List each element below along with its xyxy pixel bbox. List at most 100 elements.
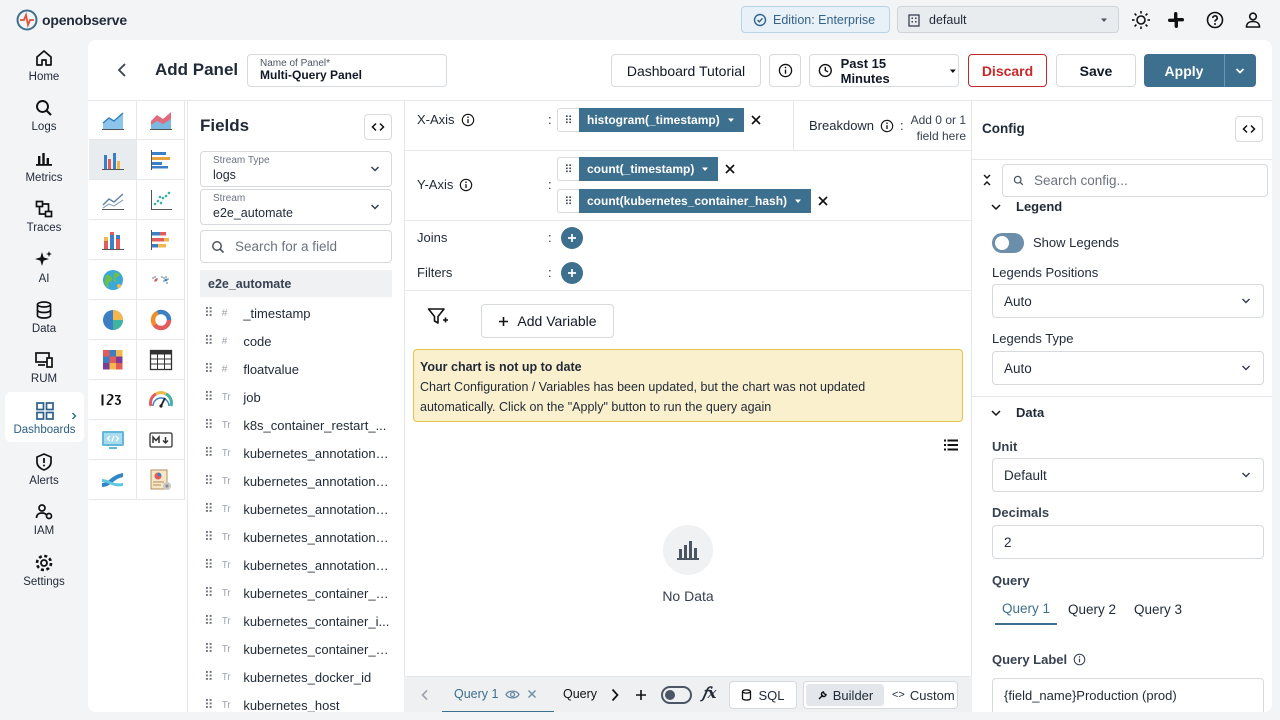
field-list-item[interactable]: ⠿ Tr kubernetes_annotations... (200, 467, 392, 495)
pie-chart-button[interactable] (89, 300, 137, 340)
nav-iam[interactable]: IAM (0, 499, 88, 547)
field-list-item[interactable]: ⠿ Tr kubernetes_annotations... (200, 439, 392, 467)
add-variable-button[interactable]: Add Variable (481, 304, 614, 338)
nav-data[interactable]: Data (0, 297, 88, 345)
legends-position-select[interactable]: Auto (992, 284, 1264, 318)
edition-badge[interactable]: Edition: Enterprise (741, 6, 890, 33)
field-list-item[interactable]: ⠿ Tr kubernetes_annotations... (200, 551, 392, 579)
org-selector[interactable]: default (897, 6, 1119, 33)
chevron-right-icon[interactable] (610, 688, 620, 702)
gauge-button[interactable] (137, 380, 185, 420)
close-icon[interactable] (527, 689, 537, 699)
field-list-item[interactable]: ⠿ # _timestamp (200, 299, 392, 327)
nav-metrics[interactable]: Metrics (0, 146, 88, 194)
unit-select[interactable]: Default (992, 458, 1264, 492)
h-bar-chart-button[interactable] (137, 140, 185, 180)
field-list-item[interactable]: ⠿ # code (200, 327, 392, 355)
nav-alerts[interactable]: Alerts (0, 449, 88, 497)
drag-handle-icon[interactable]: ⠿ (204, 613, 218, 629)
x-axis-chip[interactable]: ⠿ histogram(_timestamp) (557, 108, 768, 132)
heatmap-button[interactable] (89, 340, 137, 380)
drag-handle-icon[interactable]: ⠿ (204, 641, 218, 657)
area-chart-button[interactable] (89, 100, 137, 140)
h-stacked-bar-button[interactable] (137, 220, 185, 260)
drag-handle-icon[interactable]: ⠿ (204, 557, 218, 573)
remove-y-axis-button[interactable] (811, 189, 835, 213)
field-list-item[interactable]: ⠿ Tr kubernetes_annotations... (200, 495, 392, 523)
field-list-item[interactable]: ⠿ Tr kubernetes_container_h... (200, 579, 392, 607)
field-search[interactable]: Search for a field (200, 230, 392, 263)
markdown-button[interactable] (137, 420, 185, 460)
builder-mode-button[interactable]: Builder (806, 684, 884, 706)
collapse-config-button[interactable] (1235, 116, 1263, 142)
user-menu-button[interactable] (1243, 10, 1263, 30)
show-legends-toggle[interactable] (992, 233, 1024, 253)
field-list-item[interactable]: ⠿ Tr kubernetes_docker_id (200, 663, 392, 691)
help-button[interactable] (1205, 10, 1225, 30)
function-fx-icon[interactable]: 𝑓x (702, 684, 717, 702)
drag-handle-icon[interactable]: ⠿ (204, 389, 218, 405)
drag-handle-icon[interactable]: ⠿ (204, 529, 218, 545)
info-button[interactable] (769, 54, 801, 87)
apply-button[interactable]: Apply (1144, 54, 1224, 87)
field-list-item[interactable]: ⠿ Tr kubernetes_host (200, 691, 392, 712)
stacked-bar-button[interactable] (89, 220, 137, 260)
field-list-item[interactable]: ⠿ Tr kubernetes_container_n... (200, 635, 392, 663)
donut-chart-button[interactable] (137, 300, 185, 340)
drag-handle-icon[interactable]: ⠿ (557, 189, 579, 213)
nav-traces[interactable]: Traces (0, 196, 88, 244)
data-section-header[interactable]: Data (990, 405, 1044, 420)
query-tab-1[interactable]: Query 1 (442, 677, 554, 712)
add-query-icon[interactable] (635, 689, 647, 701)
legends-type-select[interactable]: Auto (992, 351, 1264, 385)
sql-mode-button[interactable]: SQL (729, 681, 797, 709)
dashboard-tutorial-button[interactable]: Dashboard Tutorial (611, 54, 761, 87)
chevron-left-icon[interactable] (420, 689, 430, 701)
field-list-item[interactable]: ⠿ Tr k8s_container_restart_... (200, 411, 392, 439)
sankey-button[interactable] (89, 460, 137, 500)
maps-button[interactable] (137, 260, 185, 300)
panel-name-field[interactable]: Name of Panel* Multi-Query Panel (247, 54, 447, 87)
drag-handle-icon[interactable]: ⠿ (204, 473, 218, 489)
custom-mode-button[interactable]: <> Custom (892, 685, 955, 705)
nav-rum[interactable]: RUM (0, 347, 88, 395)
discard-button[interactable]: Discard (968, 54, 1047, 87)
drag-handle-icon[interactable]: ⠿ (557, 108, 579, 132)
bar-chart-button[interactable] (89, 140, 137, 180)
remove-y-axis-button[interactable] (718, 157, 742, 181)
decimals-input[interactable]: 2 (992, 525, 1264, 559)
drag-handle-icon[interactable]: ⠿ (204, 669, 218, 685)
nav-logs[interactable]: Logs (0, 95, 88, 143)
y-axis-chip[interactable]: ⠿ count(kubernetes_container_hash) (557, 189, 835, 213)
save-button[interactable]: Save (1056, 54, 1136, 87)
line-chart-button[interactable] (89, 180, 137, 220)
nav-home[interactable]: Home (0, 45, 88, 93)
nav-dashboards[interactable]: Dashboards (5, 392, 84, 442)
drag-handle-icon[interactable]: ⠿ (204, 501, 218, 517)
stream-select[interactable]: Stream e2e_automate (200, 189, 392, 225)
time-range-picker[interactable]: Past 15 Minutes (809, 54, 959, 87)
app-logo[interactable]: openobserve (16, 9, 127, 31)
remove-x-axis-button[interactable] (744, 108, 768, 132)
nav-ai[interactable]: AI (0, 247, 88, 295)
legend-section-header[interactable]: Legend (990, 199, 1062, 214)
add-filter-button[interactable] (561, 262, 583, 284)
slack-button[interactable] (1166, 10, 1186, 30)
theme-toggle[interactable] (1131, 10, 1151, 30)
config-query-tab-2[interactable]: Query 2 (1063, 593, 1121, 625)
drag-handle-icon[interactable]: ⠿ (204, 445, 218, 461)
y-axis-field-chip[interactable]: count(kubernetes_container_hash) (579, 189, 812, 213)
stream-type-select[interactable]: Stream Type logs (200, 151, 392, 187)
html-panel-button[interactable] (89, 420, 137, 460)
drag-handle-icon[interactable]: ⠿ (204, 333, 218, 349)
geomap-button[interactable] (89, 260, 137, 300)
scatter-chart-button[interactable] (137, 180, 185, 220)
filter-add-icon[interactable] (427, 307, 449, 327)
custom-chart-button[interactable] (137, 460, 185, 500)
table-button[interactable] (137, 340, 185, 380)
drag-handle-icon[interactable]: ⠿ (557, 157, 579, 181)
collapse-all-icon[interactable] (981, 173, 993, 187)
apply-dropdown-button[interactable] (1224, 54, 1256, 87)
query-toggle[interactable] (661, 686, 692, 704)
query-label-input[interactable]: {field_name}Production (prod) (992, 678, 1264, 712)
